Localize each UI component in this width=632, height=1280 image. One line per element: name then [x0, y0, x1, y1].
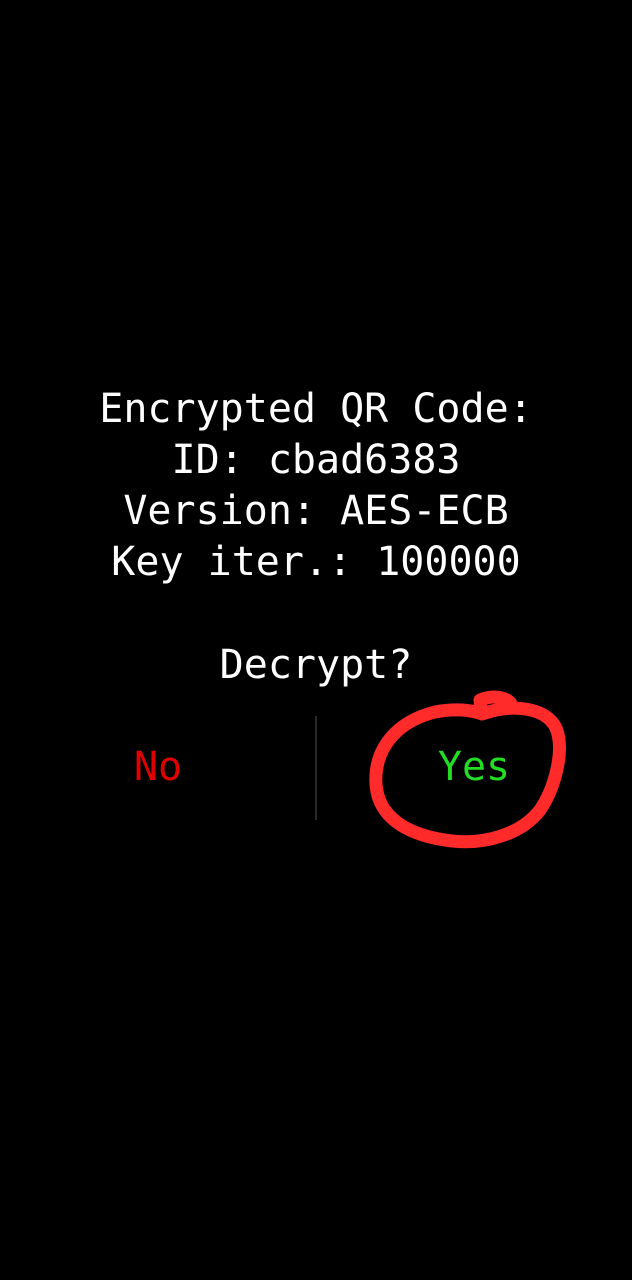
qr-version-text: Version: AES-ECB — [123, 488, 509, 534]
decrypt-dialog-screen: Encrypted QR Code: ID: cbad6383 Version:… — [0, 0, 632, 1280]
yes-button[interactable]: Yes — [316, 716, 632, 818]
key-iterations-text: Key iter.: 100000 — [111, 539, 521, 585]
qr-id-text: ID: cbad6383 — [171, 437, 461, 483]
yes-button-label: Yes — [437, 744, 511, 790]
qr-info-block: Encrypted QR Code: ID: cbad6383 Version:… — [0, 384, 632, 588]
no-button[interactable]: No — [0, 716, 316, 818]
decrypt-prompt: Decrypt? — [219, 642, 413, 688]
no-button-label: No — [133, 744, 183, 790]
qr-type-text: Encrypted QR Code: — [99, 386, 533, 432]
